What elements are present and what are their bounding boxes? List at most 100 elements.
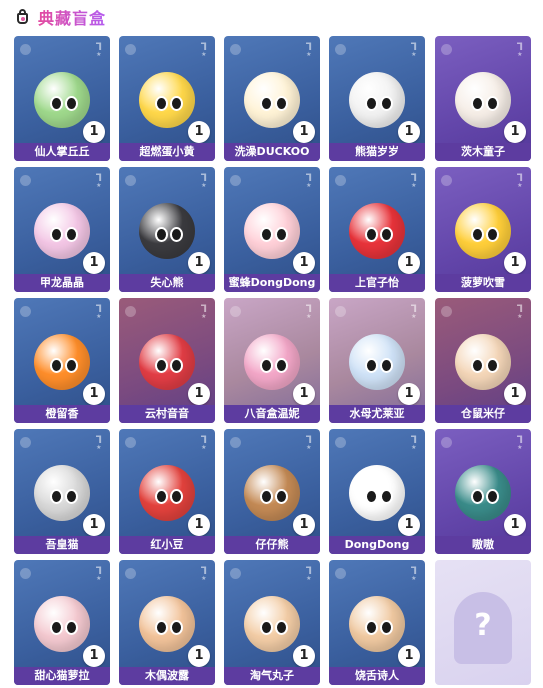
figure-eye [170, 227, 183, 242]
figure-eye [50, 96, 63, 111]
series-icon [230, 44, 241, 55]
figure-eye [65, 489, 78, 504]
collectible-card[interactable]: ᒣ ★ 1 甲龙晶晶 [14, 167, 110, 292]
card-name: 失心熊 [119, 274, 215, 292]
figure-eye [380, 227, 393, 242]
series-icon [20, 175, 31, 186]
collectible-card[interactable]: ᒣ ★ 1 云村音音 [119, 298, 215, 423]
collectible-card[interactable]: ᒣ ★ 1 水母尤莱亚 [329, 298, 425, 423]
rarity-mark-icon: ᒣ ★ [410, 435, 417, 451]
question-mark-icon: ? [474, 608, 492, 643]
figure-eye [486, 489, 499, 504]
series-icon [125, 175, 136, 186]
count-badge: 1 [188, 252, 210, 274]
page-title: 典藏盲盒 [38, 5, 106, 29]
locked-card[interactable]: ? [435, 560, 531, 685]
collectible-card[interactable]: ᒣ ★ 1 蜜蜂DongDong [224, 167, 320, 292]
collectible-card[interactable]: ᒣ ★ 1 吾皇猫 [14, 429, 110, 554]
figure-eye [65, 620, 78, 635]
card-name: 蜜蜂DongDong [224, 274, 320, 292]
count-badge: 1 [188, 383, 210, 405]
figure-eye [155, 227, 168, 242]
series-icon [125, 568, 136, 579]
figure-eye [155, 620, 168, 635]
collectible-card[interactable]: ᒣ ★ 1 嗷嗷 [435, 429, 531, 554]
count-badge: 1 [83, 514, 105, 536]
rarity-mark-icon: ᒣ ★ [95, 304, 102, 320]
rarity-mark-icon: ᒣ ★ [200, 42, 207, 58]
card-name: 甲龙晶晶 [14, 274, 110, 292]
collectible-card[interactable]: ᒣ ★ 1 橙留香 [14, 298, 110, 423]
rarity-mark-icon: ᒣ ★ [410, 173, 417, 189]
series-icon [20, 437, 31, 448]
series-icon [230, 437, 241, 448]
count-badge: 1 [504, 252, 526, 274]
collectible-card[interactable]: ᒣ ★ 1 木偶波露 [119, 560, 215, 685]
series-icon [125, 306, 136, 317]
series-icon [20, 568, 31, 579]
collectible-card[interactable]: ᒣ ★ 1 上官子怡 [329, 167, 425, 292]
count-badge: 1 [398, 252, 420, 274]
rarity-mark-icon: ᒣ ★ [95, 173, 102, 189]
collectible-card[interactable]: ᒣ ★ 1 失心熊 [119, 167, 215, 292]
collectible-card[interactable]: ᒣ ★ 1 菠萝吹雪 [435, 167, 531, 292]
card-name: DongDong [329, 536, 425, 554]
figure-eye [471, 227, 484, 242]
collectible-card[interactable]: ᒣ ★ 1 饶舌诗人 [329, 560, 425, 685]
rarity-mark-icon: ᒣ ★ [305, 304, 312, 320]
collectible-card[interactable]: ᒣ ★ 1 仔仔熊 [224, 429, 320, 554]
figure-eye [486, 227, 499, 242]
figure-eye [50, 227, 63, 242]
rarity-mark-icon: ᒣ ★ [200, 304, 207, 320]
rarity-mark-icon: ᒣ ★ [305, 173, 312, 189]
card-name: 超燃蛋小黄 [119, 143, 215, 161]
collectible-card[interactable]: ᒣ ★ 1 茨木童子 [435, 36, 531, 161]
rarity-mark-icon: ᒣ ★ [95, 42, 102, 58]
count-badge: 1 [504, 121, 526, 143]
figure-eye [471, 96, 484, 111]
figure-eye [170, 358, 183, 373]
collectible-card[interactable]: ᒣ ★ 1 仓鼠米仔 [435, 298, 531, 423]
rarity-mark-icon: ᒣ ★ [200, 173, 207, 189]
figure-eye [380, 358, 393, 373]
figure-eye [471, 489, 484, 504]
rarity-mark-icon: ᒣ ★ [410, 304, 417, 320]
count-badge: 1 [188, 514, 210, 536]
card-name: 木偶波露 [119, 667, 215, 685]
series-icon [441, 306, 452, 317]
series-icon [230, 568, 241, 579]
page-header: 典藏盲盒 [16, 6, 106, 28]
figure-eye [260, 620, 273, 635]
figure-eye [380, 620, 393, 635]
figure-eye [365, 358, 378, 373]
card-name: 上官子怡 [329, 274, 425, 292]
collectible-card[interactable]: ᒣ ★ 1 红小豆 [119, 429, 215, 554]
figure-eye [50, 620, 63, 635]
count-badge: 1 [293, 645, 315, 667]
collectible-card[interactable]: ᒣ ★ 1 熊猫岁岁 [329, 36, 425, 161]
rarity-mark-icon: ᒣ ★ [305, 435, 312, 451]
collectible-card[interactable]: ᒣ ★ 1 超燃蛋小黄 [119, 36, 215, 161]
figure-eye [365, 227, 378, 242]
series-icon [335, 568, 346, 579]
count-badge: 1 [83, 252, 105, 274]
collectible-card[interactable]: ᒣ ★ 1 DongDong [329, 429, 425, 554]
card-name: 吾皇猫 [14, 536, 110, 554]
count-badge: 1 [293, 514, 315, 536]
collectible-card[interactable]: ᒣ ★ 1 仙人掌丘丘 [14, 36, 110, 161]
figure-eye [260, 489, 273, 504]
card-name: 菠萝吹雪 [435, 274, 531, 292]
card-name: 红小豆 [119, 536, 215, 554]
card-name: 熊猫岁岁 [329, 143, 425, 161]
figure-eye [155, 489, 168, 504]
rarity-mark-icon: ᒣ ★ [305, 566, 312, 582]
collectible-card[interactable]: ᒣ ★ 1 淘气丸子 [224, 560, 320, 685]
figure-eye [380, 96, 393, 111]
count-badge: 1 [188, 645, 210, 667]
collectible-card[interactable]: ᒣ ★ 1 八音盒温妮 [224, 298, 320, 423]
collectible-card[interactable]: ᒣ ★ 1 洗澡DUCKOO [224, 36, 320, 161]
collectible-card[interactable]: ᒣ ★ 1 甜心猫萝拉 [14, 560, 110, 685]
count-badge: 1 [293, 121, 315, 143]
figure-eye [365, 96, 378, 111]
figure-eye [275, 358, 288, 373]
